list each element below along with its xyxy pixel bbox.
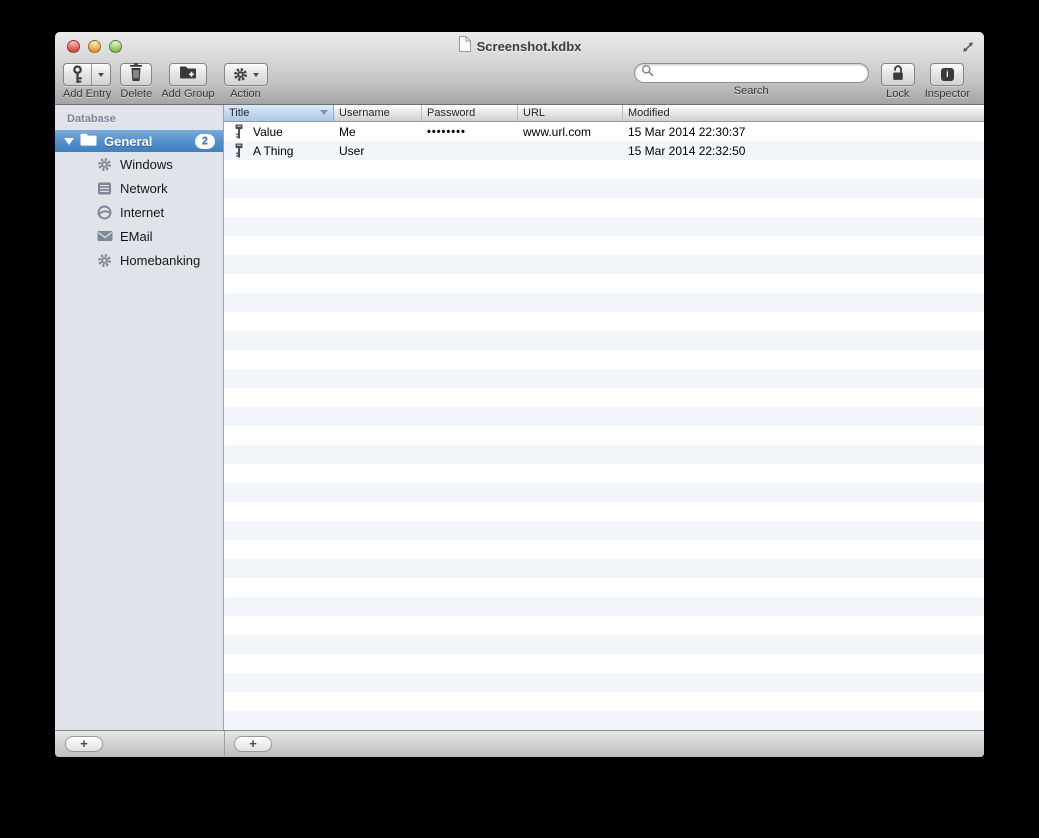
zoom-button[interactable] [109, 40, 122, 53]
entry-title: A Thing [253, 143, 294, 158]
sidebar-item-homebanking[interactable]: Homebanking [55, 248, 223, 272]
entry-modified: 15 Mar 2014 22:32:50 [628, 143, 746, 158]
inspector-button[interactable]: i [930, 63, 965, 86]
add-entry-group: Add Entry [63, 63, 111, 100]
info-icon: i [940, 68, 954, 81]
column-header-title[interactable]: Title [224, 105, 334, 121]
table-header: Title Username Password URL Modified [224, 105, 984, 122]
window-title: Screenshot.kdbx [476, 38, 582, 54]
entry-username: User [339, 143, 365, 158]
entry-title: Value [253, 124, 283, 139]
gear-icon [96, 157, 113, 172]
delete-label: Delete [120, 88, 153, 100]
open-padlock-icon [890, 64, 906, 86]
document-icon [458, 35, 471, 57]
main-area: Database General 2 Windows Network Inter… [55, 105, 984, 730]
delete-button[interactable] [120, 63, 153, 86]
sidebar: Database General 2 Windows Network Inter… [55, 105, 224, 730]
search-label: Search [733, 85, 769, 97]
inspector-group: i Inspector [925, 63, 970, 100]
add-entry-plus-button[interactable]: + [234, 736, 272, 752]
action-label: Action [230, 88, 261, 100]
entry-username: Me [339, 124, 356, 139]
search-group: Search [633, 63, 869, 97]
lock-button[interactable] [880, 63, 915, 86]
add-group-label: Add Group [161, 88, 215, 100]
sidebar-item-windows[interactable]: Windows [55, 152, 223, 176]
titlebar[interactable]: Screenshot.kdbx [55, 32, 984, 60]
add-group-group: Add Group [161, 63, 215, 100]
disclosure-triangle-icon[interactable] [64, 137, 74, 145]
globe-icon [96, 205, 113, 220]
entry-modified: 15 Mar 2014 22:30:37 [628, 124, 746, 139]
window-controls [67, 40, 122, 53]
key-icon [234, 124, 244, 139]
fullscreen-icon[interactable] [960, 39, 976, 55]
server-icon [96, 182, 113, 195]
group-label: Homebanking [120, 252, 201, 268]
window-chrome: Screenshot.kdbx Add Entry Delete Add Gro… [55, 32, 984, 105]
search-input[interactable] [657, 65, 862, 81]
key-icon [234, 143, 244, 158]
column-header-username[interactable]: Username [334, 105, 422, 121]
sidebar-divider [224, 731, 225, 757]
column-header-password[interactable]: Password [422, 105, 518, 121]
close-button[interactable] [67, 40, 80, 53]
action-button[interactable] [223, 63, 268, 86]
table-rows: Value Me •••••••• www.url.com 15 Mar 201… [224, 122, 984, 730]
sidebar-item-network[interactable]: Network [55, 176, 223, 200]
sidebar-item-general[interactable]: General 2 [55, 130, 223, 152]
lock-group: Lock [880, 63, 915, 100]
entry-table: Title Username Password URL Modified Val… [224, 105, 984, 730]
add-group-plus-button[interactable]: + [65, 736, 103, 752]
column-header-url[interactable]: URL [518, 105, 623, 121]
sidebar-item-email[interactable]: EMail [55, 224, 223, 248]
action-group: Action [223, 63, 268, 100]
trash-icon [129, 63, 143, 86]
toolbar: Add Entry Delete Add Group Action Search… [55, 60, 984, 104]
app-window: Screenshot.kdbx Add Entry Delete Add Gro… [55, 32, 984, 757]
delete-group: Delete [120, 63, 153, 100]
gear-icon [96, 253, 113, 268]
folder-plus-icon [179, 65, 197, 85]
group-label: Network [120, 180, 168, 196]
minimize-button[interactable] [88, 40, 101, 53]
inspector-label: Inspector [924, 88, 970, 100]
table-row[interactable]: Value Me •••••••• www.url.com 15 Mar 201… [224, 122, 984, 141]
entry-count-badge: 2 [194, 133, 215, 149]
folder-icon [80, 133, 97, 149]
entry-password: •••••••• [427, 125, 466, 138]
action-dropdown[interactable] [252, 64, 267, 85]
lock-label: Lock [886, 88, 910, 100]
sidebar-section-header: Database [67, 113, 116, 125]
entry-url: www.url.com [523, 124, 592, 139]
chevron-down-icon [252, 72, 259, 77]
magnifier-icon [641, 64, 654, 82]
add-entry-label: Add Entry [63, 88, 112, 100]
add-group-button[interactable] [168, 63, 207, 86]
sidebar-item-internet[interactable]: Internet [55, 200, 223, 224]
key-icon[interactable] [64, 64, 91, 85]
group-label: Windows [120, 156, 173, 172]
search-field[interactable] [633, 63, 869, 83]
table-row[interactable]: A Thing User 15 Mar 2014 22:32:50 [224, 141, 984, 160]
add-entry-button[interactable] [63, 63, 112, 86]
group-label: Internet [120, 204, 165, 220]
gear-icon [225, 64, 253, 85]
column-header-modified[interactable]: Modified [623, 105, 984, 121]
add-entry-dropdown[interactable] [91, 64, 110, 85]
title-proxy: Screenshot.kdbx [458, 35, 582, 57]
sort-descending-icon [320, 110, 328, 115]
group-label: General [104, 133, 153, 149]
envelope-icon [96, 230, 113, 242]
group-label: EMail [120, 228, 153, 244]
chevron-down-icon [98, 72, 105, 77]
bottom-bar: + + [55, 730, 984, 757]
